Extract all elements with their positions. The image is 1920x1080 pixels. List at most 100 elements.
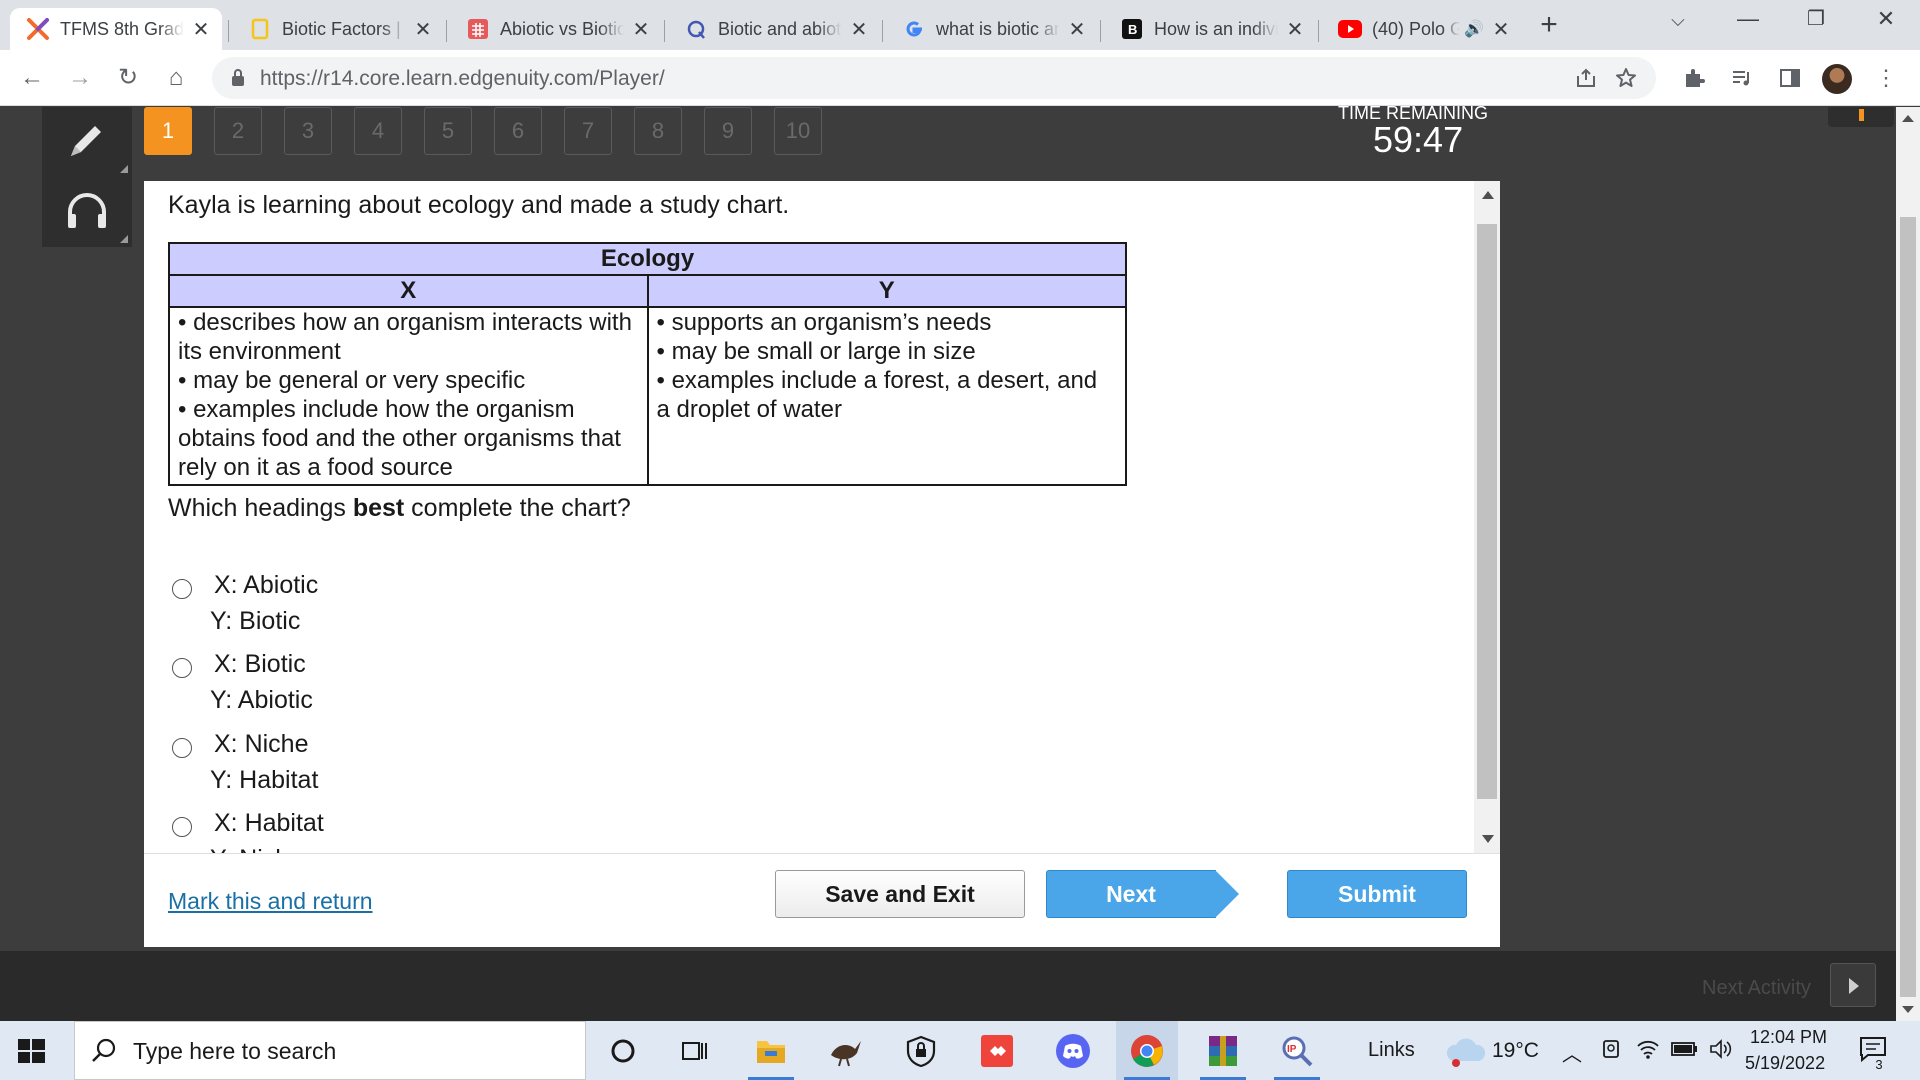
taskbar-search-input[interactable]: Type here to search [74, 1021, 586, 1080]
audio-tool-button[interactable] [42, 177, 132, 247]
question-number-10[interactable]: 10 [774, 107, 822, 155]
speaker-audio-icon[interactable]: 🔊 [1464, 19, 1484, 39]
home-icon[interactable]: ⌂ [160, 62, 192, 94]
show-hidden-icons-chevron-icon[interactable]: ︿ [1562, 1038, 1582, 1067]
weather-cloud-icon[interactable] [1444, 1033, 1488, 1074]
notification-tab[interactable] [1828, 107, 1894, 127]
scroll-up-arrow-icon[interactable] [1902, 115, 1914, 122]
weather-temperature[interactable]: 19°C [1492, 1039, 1539, 1063]
answer-choice-d[interactable]: X: Habitat Y: Niche [172, 809, 772, 853]
edgenuity-player: 1 2 3 4 5 6 7 8 9 10 TIME REMAINING 59:4… [0, 103, 1896, 1021]
tab-title: (40) Polo G [1372, 18, 1461, 39]
answer-choice-c[interactable]: X: Niche Y: Habitat [172, 730, 772, 810]
browser-tab-7[interactable]: (40) Polo G 🔊 ✕ [1322, 8, 1522, 50]
close-tab-icon[interactable]: ✕ [848, 17, 870, 42]
lock-icon[interactable] [230, 68, 246, 93]
magnifier-app-icon[interactable]: IP [1266, 1021, 1328, 1080]
clock-date[interactable]: 5/19/2022 [1745, 1053, 1825, 1074]
close-tab-icon[interactable]: ✕ [1284, 17, 1306, 42]
submit-button[interactable]: Submit [1287, 870, 1467, 918]
bookmark-star-icon[interactable] [1612, 64, 1640, 92]
discord-icon[interactable] [1042, 1021, 1104, 1080]
close-tab-icon[interactable]: ✕ [1490, 17, 1512, 42]
emu-bird-app-icon[interactable] [814, 1021, 876, 1080]
radio-button[interactable] [172, 579, 192, 599]
question-number-3[interactable]: 3 [284, 107, 332, 155]
profile-avatar[interactable] [1822, 64, 1852, 94]
question-number-5[interactable]: 5 [424, 107, 472, 155]
scroll-down-arrow-icon[interactable] [1482, 835, 1494, 843]
minimize-window-icon[interactable]: — [1728, 6, 1768, 32]
radio-button[interactable] [172, 738, 192, 758]
browser-tab-2[interactable]: Biotic Factors | ✕ [232, 8, 444, 50]
chrome-icon[interactable] [1116, 1021, 1178, 1080]
close-tab-icon[interactable]: ✕ [412, 17, 434, 42]
extensions-puzzle-icon[interactable] [1680, 64, 1708, 92]
browser-tab-6[interactable]: B How is an individual ✕ [1104, 8, 1316, 50]
reload-icon[interactable]: ↻ [112, 62, 144, 94]
more-menu-icon[interactable]: ⋮ [1872, 64, 1900, 92]
scrollbar-thumb[interactable] [1900, 217, 1916, 997]
question-number-8[interactable]: 8 [634, 107, 682, 155]
volume-speaker-icon[interactable] [1708, 1038, 1734, 1066]
close-tab-icon[interactable]: ✕ [630, 17, 652, 42]
back-arrow-icon[interactable]: ← [16, 62, 48, 94]
close-window-icon[interactable]: ✕ [1866, 6, 1906, 32]
radio-button[interactable] [172, 658, 192, 678]
browser-tab-5[interactable]: what is biotic and ✕ [886, 8, 1098, 50]
media-control-icon[interactable] [1728, 64, 1756, 92]
youtube-icon [1338, 17, 1362, 41]
restore-window-icon[interactable]: ❐ [1796, 6, 1836, 31]
browser-tab-1[interactable]: TFMS 8th Grade ✕ [10, 8, 222, 50]
tab-search-chevron-icon[interactable]: ⌵ [1658, 10, 1698, 31]
address-bar[interactable]: https://r14.core.learn.edgenuity.com/Pla… [212, 57, 1656, 99]
answer-choice-a[interactable]: X: Abiotic Y: Biotic [172, 571, 772, 651]
ecology-chart: Ecology X Y • describes how an organism … [168, 242, 1127, 486]
question-number-4[interactable]: 4 [354, 107, 402, 155]
question-number-2[interactable]: 2 [214, 107, 262, 155]
search-placeholder: Type here to search [133, 1038, 337, 1064]
browser-tab-3[interactable]: Abiotic vs Biotic ✕ [450, 8, 662, 50]
scroll-down-arrow-icon[interactable] [1902, 1006, 1914, 1013]
corner-indicator [120, 235, 128, 243]
anydesk-icon[interactable] [966, 1021, 1028, 1080]
meet-now-camera-icon[interactable] [1600, 1038, 1622, 1066]
security-shield-icon[interactable] [890, 1021, 952, 1080]
share-icon[interactable] [1572, 64, 1600, 92]
clock-time[interactable]: 12:04 PM [1750, 1027, 1827, 1048]
close-tab-icon[interactable]: ✕ [190, 17, 212, 42]
battery-icon[interactable] [1670, 1038, 1698, 1066]
next-activity-arrow-button[interactable] [1830, 963, 1876, 1007]
wifi-icon[interactable] [1636, 1038, 1660, 1066]
radio-button[interactable] [172, 817, 192, 837]
question-number-7[interactable]: 7 [564, 107, 612, 155]
mark-and-return-link[interactable]: Mark this and return [168, 888, 373, 915]
question-number-1[interactable]: 1 [144, 107, 192, 155]
new-tab-button[interactable]: + [1532, 10, 1566, 40]
side-panel-icon[interactable] [1776, 64, 1804, 92]
question-text-pre: Which headings [168, 494, 353, 522]
question-footer: Mark this and return Save and Exit Next … [144, 853, 1500, 947]
save-and-exit-button[interactable]: Save and Exit [775, 870, 1025, 918]
question-scrollbar[interactable] [1474, 181, 1500, 853]
windows-start-icon[interactable] [14, 1035, 54, 1067]
close-tab-icon[interactable]: ✕ [1066, 17, 1088, 42]
chart-bullet: • examples include how the organism obta… [178, 396, 621, 481]
scroll-up-arrow-icon[interactable] [1482, 191, 1494, 199]
choice-line-1: X: Abiotic [214, 571, 319, 599]
scrollbar-thumb[interactable] [1477, 224, 1497, 799]
pencil-tool-button[interactable] [42, 107, 132, 177]
links-toolbar-label[interactable]: Links [1368, 1039, 1415, 1062]
task-view-icon[interactable] [664, 1021, 726, 1080]
question-text: Which headings best complete the chart? [168, 494, 631, 523]
answer-choice-b[interactable]: X: Biotic Y: Abiotic [172, 650, 772, 730]
question-number-6[interactable]: 6 [494, 107, 542, 155]
question-number-9[interactable]: 9 [704, 107, 752, 155]
next-button[interactable]: Next [1046, 870, 1240, 918]
file-explorer-icon[interactable] [740, 1021, 802, 1080]
cortana-icon[interactable] [592, 1021, 654, 1080]
forward-arrow-icon[interactable]: → [64, 62, 96, 94]
page-scrollbar[interactable] [1896, 107, 1920, 1021]
browser-tab-4[interactable]: Biotic and abiotic ✕ [668, 8, 880, 50]
winrar-icon[interactable] [1192, 1021, 1254, 1080]
